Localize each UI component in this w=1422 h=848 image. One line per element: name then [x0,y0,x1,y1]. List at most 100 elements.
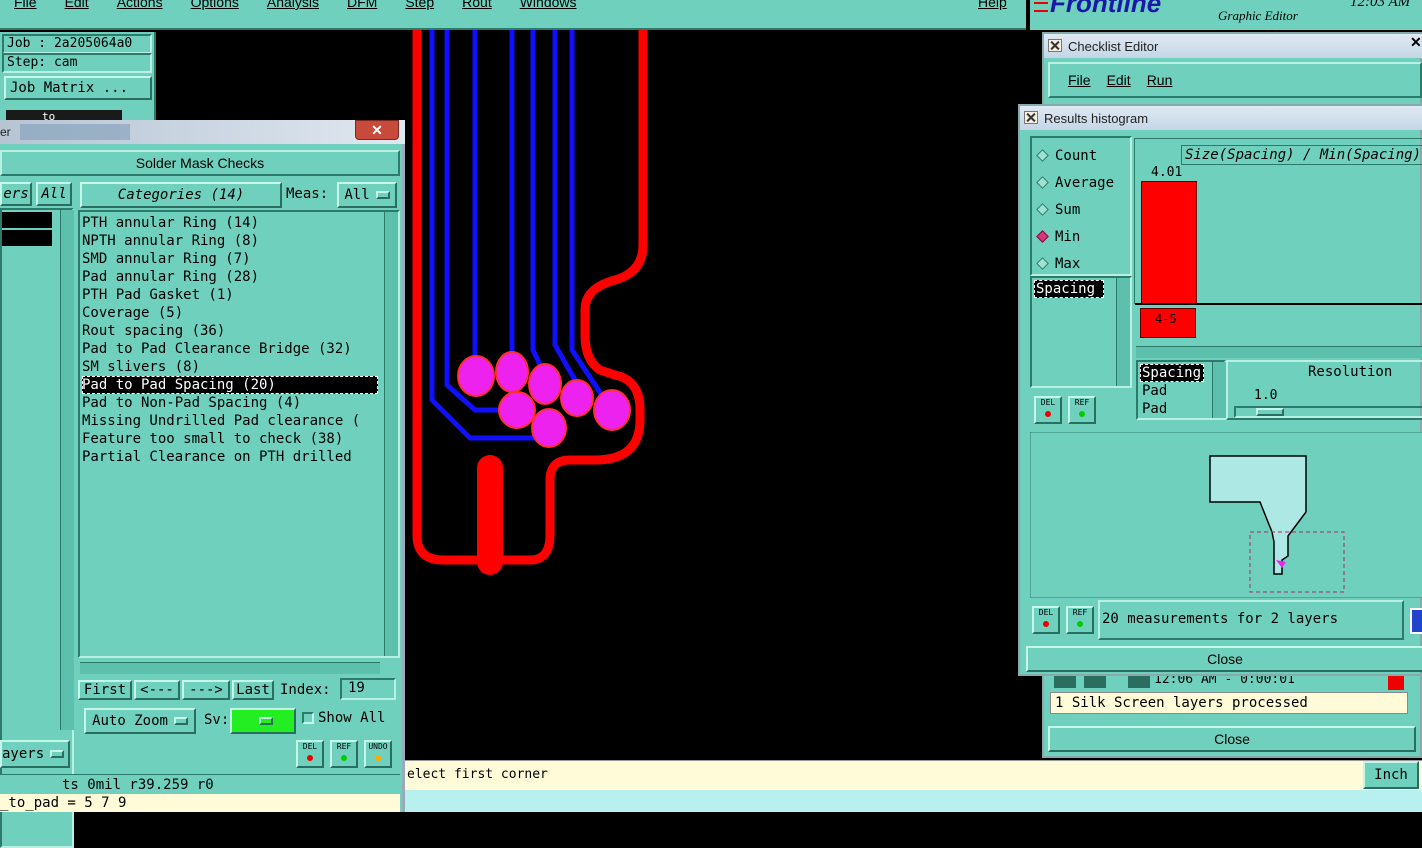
histogram-ref-button-top[interactable]: REF [1068,396,1096,424]
checklist-menu-file[interactable]: File [1068,72,1091,88]
checklist-close-button[interactable]: Close [1048,726,1416,752]
mode-radio-count[interactable]: Count [1036,142,1114,169]
category-item[interactable]: SMD annular Ring (7) [82,250,378,268]
sv-color-dropdown[interactable] [230,708,296,734]
histogram-app-icon [1024,111,1038,124]
pcb-canvas[interactable] [405,30,1045,760]
checklist-menu-run[interactable]: Run [1147,72,1173,88]
menu-item-edit[interactable]: Edit [65,0,89,14]
histogram-ref-label-top: REF [1074,398,1090,407]
resolution-slider[interactable] [1234,406,1422,418]
column-item[interactable]: Pad [1140,382,1167,400]
column-list-scrollbar[interactable] [1212,362,1226,418]
mode-label: Average [1055,174,1115,191]
category-item[interactable]: Rout spacing (36) [82,322,378,340]
histogram-close-button[interactable]: Close [1026,646,1422,672]
layers-dropdown[interactable]: ayers [0,740,70,768]
category-item[interactable]: Partial Clearance on PTH drilled [82,448,378,466]
histogram-chart-icon[interactable] [1410,608,1422,634]
resolution-slider-handle[interactable] [1256,408,1284,416]
category-item[interactable]: Pad to Pad Clearance Bridge (32) [82,340,378,358]
histogram-bar[interactable] [1141,181,1197,305]
category-item[interactable]: SM slivers (8) [82,358,378,376]
layer-row-selected-1[interactable] [2,212,52,228]
meas-dropdown[interactable]: All [337,182,397,208]
mode-radio-average[interactable]: Average [1036,169,1115,196]
mode-list: Count Average Sum Min Max [1030,136,1132,276]
units-button[interactable]: Inch [1363,761,1419,789]
layers-header: ers [0,182,32,206]
histogram-baseline [1135,303,1422,305]
last-button[interactable]: Last [232,680,274,700]
layers-all-button[interactable]: All [36,182,72,206]
histogram-ref-button[interactable]: REF [1066,606,1094,634]
mode-label: Min [1055,228,1081,245]
job-matrix-button[interactable]: Job Matrix ... [4,76,152,100]
run-status-icon [1054,674,1076,688]
solder-window-close-button[interactable]: ✕ [355,120,399,140]
prev-button[interactable]: <--- [134,680,180,700]
checklist-close-icon[interactable]: ✕ [1410,34,1422,51]
field-list[interactable]: Spacing [1030,276,1132,388]
show-all-checkbox[interactable] [302,712,314,724]
layers-scrollbar[interactable] [60,210,74,730]
first-button[interactable]: First [78,680,132,700]
category-item[interactable]: Pad to Non-Pad Spacing (4) [82,394,378,412]
auto-zoom-dropdown[interactable]: Auto Zoom [84,708,196,734]
menu-item-dfm[interactable]: DFM [347,0,377,14]
histogram-del-button-top[interactable]: DEL [1034,396,1062,424]
categories-scrollbar[interactable] [384,212,398,656]
category-item[interactable]: NPTH annular Ring (8) [82,232,378,250]
category-item[interactable]: Pad to Pad Spacing (20) [82,376,378,394]
mode-radio-min[interactable]: Min [1036,223,1114,250]
column-list[interactable]: Spacing Pad Pad [1136,360,1226,420]
solder-mask-window: er ✕ Solder Mask Checks ers All Categori… [0,120,405,848]
ref-button[interactable]: REF [330,740,358,768]
mode-radio-max[interactable]: Max [1036,250,1114,277]
menu-item-actions[interactable]: Actions [117,0,163,14]
histogram-del-button[interactable]: DEL [1032,606,1060,634]
job-label: Job : 2a205064a0 [2,34,152,54]
category-item[interactable]: PTH annular Ring (14) [82,214,378,232]
del-button[interactable]: DEL [296,740,324,768]
next-button[interactable]: ---> [182,680,230,700]
category-item[interactable]: Pad annular Ring (28) [82,268,378,286]
menu-item-analysis[interactable]: Analysis [267,0,319,14]
field-list-scrollbar[interactable] [1116,278,1130,386]
category-item[interactable]: PTH Pad Gasket (1) [82,286,378,304]
menu-item-options[interactable]: Options [191,0,239,14]
category-item[interactable]: Missing Undrilled Pad clearance ( [82,412,378,430]
category-item[interactable]: Coverage (5) [82,304,378,322]
layer-row-selected-2[interactable] [2,230,52,246]
frontline-logo: Frontline [1050,0,1162,18]
menu-item-file[interactable]: File [14,0,37,14]
histogram-hscrollbar[interactable] [1136,346,1422,358]
checklist-menu-edit[interactable]: Edit [1107,72,1131,88]
categories-button[interactable]: Categories (14) [80,182,282,208]
pad-1 [457,355,495,397]
red-outline-left [412,30,648,565]
index-input[interactable]: 19 [340,678,396,700]
radio-diamond-icon [1036,257,1049,270]
column-item[interactable]: Pad [1140,400,1167,418]
layers-header-label: ers [3,186,29,202]
del-label: DEL [302,742,318,751]
mode-radio-sum[interactable]: Sum [1036,196,1114,223]
checklist-close-label: Close [1214,731,1250,747]
first-label: First [83,682,127,698]
show-all-label: Show All [318,710,386,726]
categories-hscrollbar[interactable] [80,662,380,674]
column-item[interactable]: Spacing [1140,364,1204,382]
menu-item-step[interactable]: Step [405,0,434,14]
menu-item-rout[interactable]: Rout [462,0,492,14]
field-item-spacing[interactable]: Spacing [1034,280,1104,298]
logo-red-stripes-icon [1034,2,1048,12]
resolution-panel: Resolution 1.0 [1226,360,1422,420]
histogram-bar-value: 4.01 [1151,165,1183,180]
menu-help[interactable]: Help [978,0,1007,10]
categories-list[interactable]: PTH annular Ring (14) NPTH annular Ring (… [78,210,400,658]
category-item[interactable]: Feature too small to check (38) [82,430,378,448]
undo-button[interactable]: UNDO [364,740,392,768]
menu-item-windows[interactable]: Windows [520,0,577,14]
pad-2 [495,351,529,393]
